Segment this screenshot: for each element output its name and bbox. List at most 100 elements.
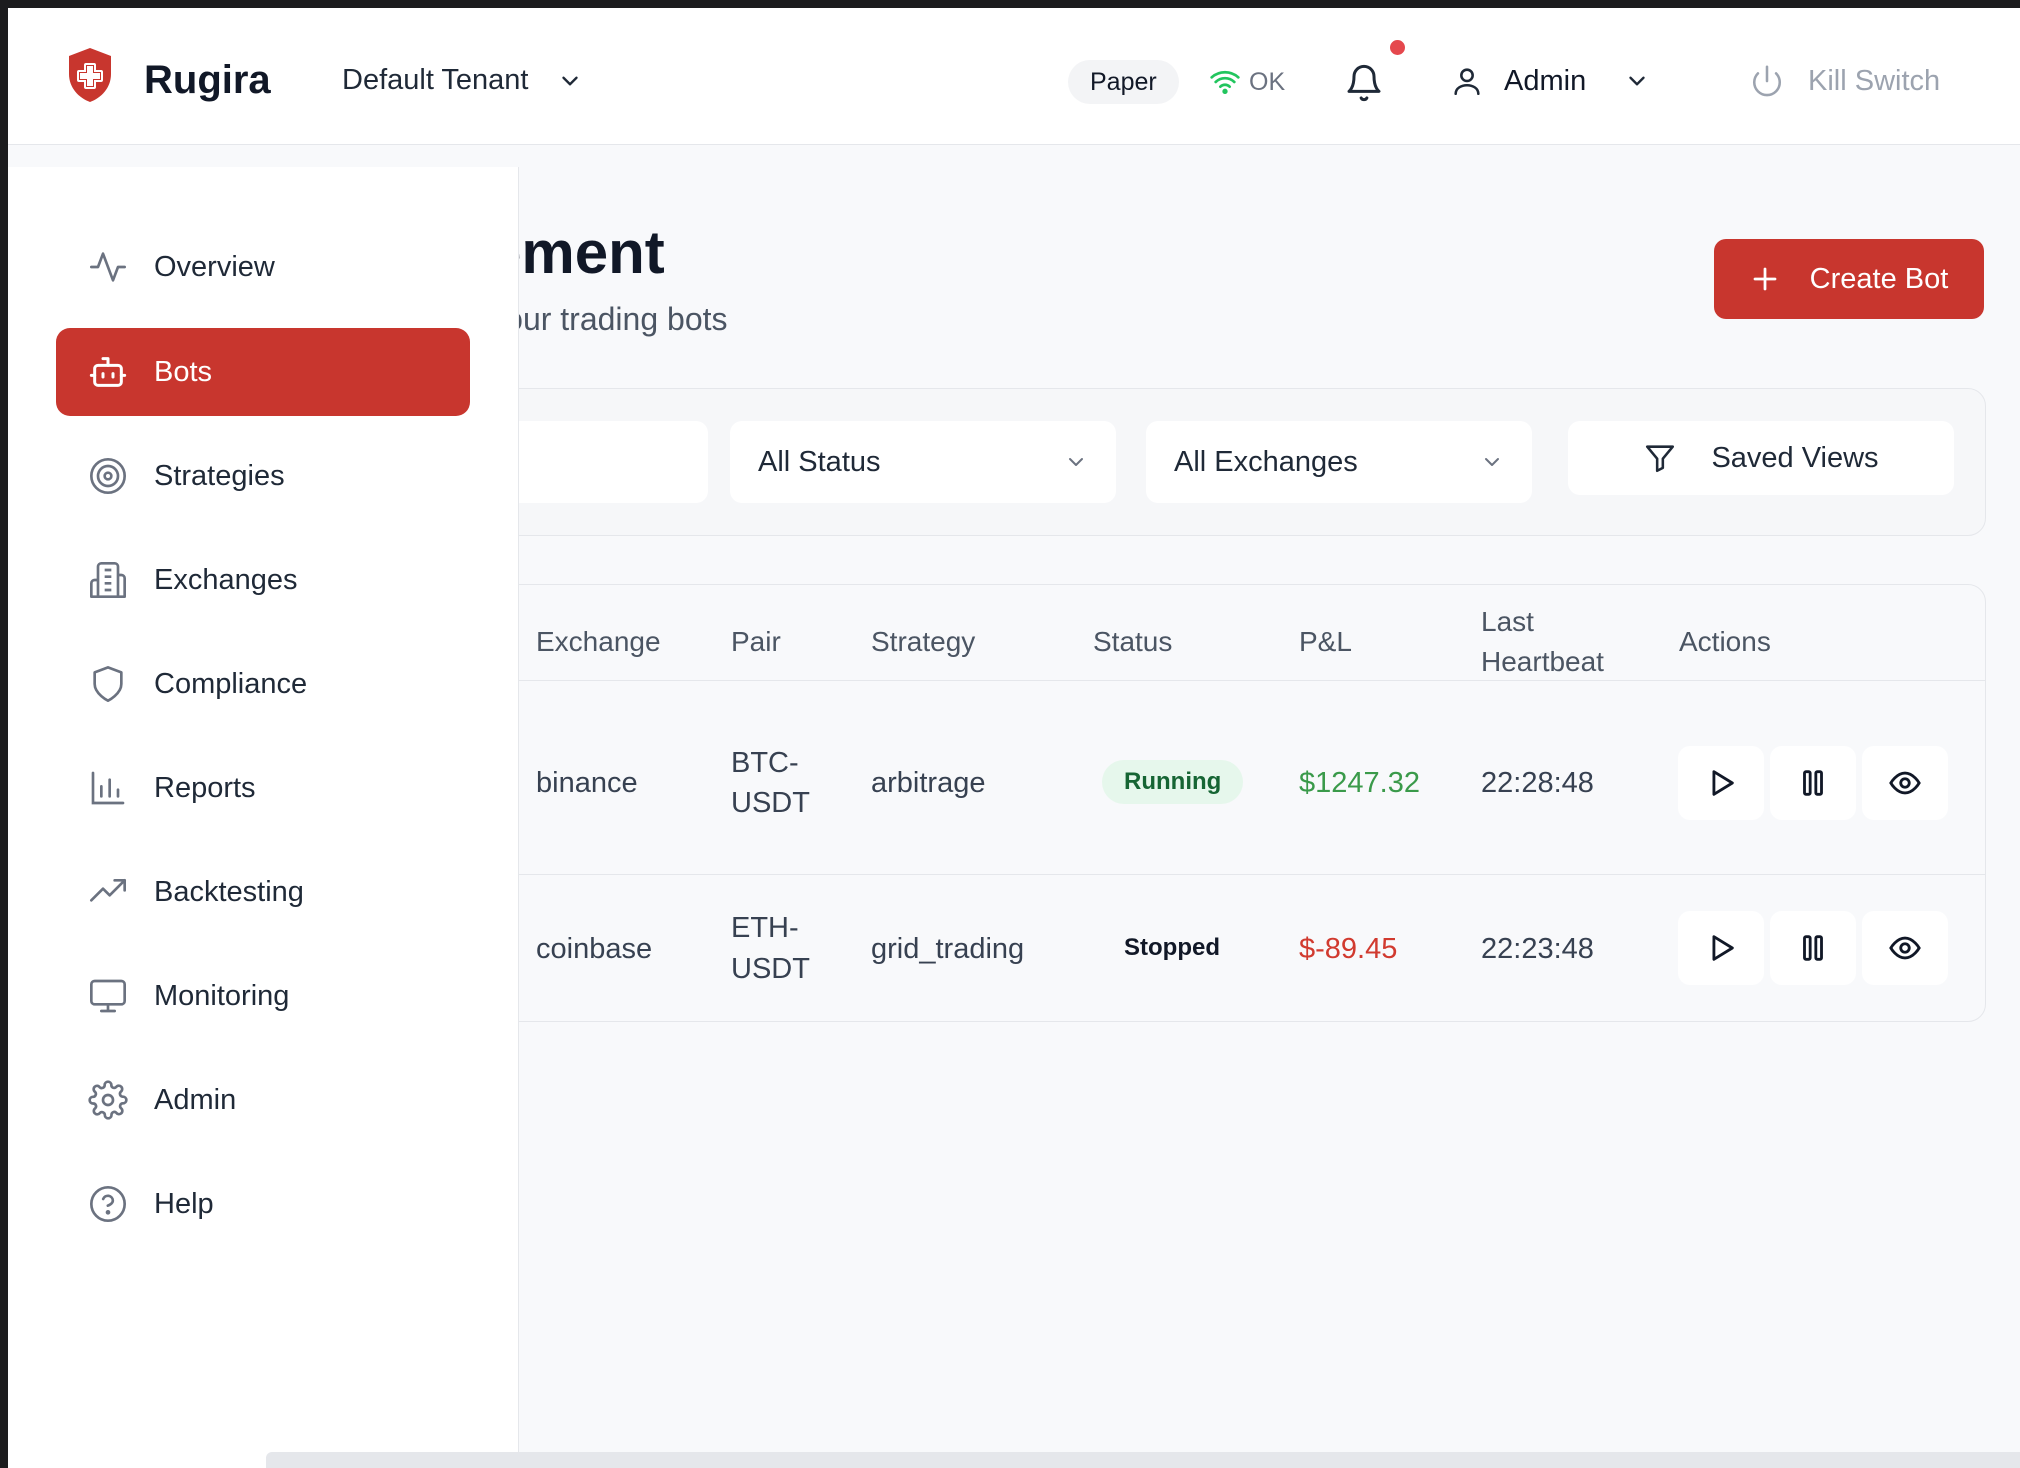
brand-name: Rugira	[144, 58, 271, 102]
sidebar-item-label: Strategies	[154, 459, 285, 492]
sidebar-nav: Overview Bots Strategies Exchanges Compl…	[8, 167, 519, 1468]
user-name: Admin	[1504, 64, 1587, 97]
tenant-selector[interactable]: Default Tenant	[342, 64, 583, 97]
building-icon	[90, 562, 126, 598]
chevron-down-icon	[1485, 458, 1499, 466]
sidebar-item-label: Reports	[154, 771, 256, 804]
connection-status: OK	[1209, 66, 1285, 98]
sidebar-item-label: Backtesting	[154, 875, 304, 908]
saved-views-button[interactable]: Saved Views	[1568, 421, 1954, 495]
plus-icon	[1753, 267, 1777, 291]
exchange-filter-select[interactable]: All Exchanges	[1146, 421, 1532, 503]
cell-pair-line1: ETH-	[731, 912, 799, 944]
logo-shield-icon	[69, 48, 111, 102]
app-frame: Rugira Default Tenant Paper OK Admin Kil…	[8, 8, 2020, 1468]
create-bot-label: Create Bot	[1809, 262, 1949, 295]
wifi-icon	[1210, 70, 1240, 94]
gear-icon	[88, 1080, 128, 1120]
filter-funnel-icon	[1646, 445, 1675, 473]
bar-chart-icon	[91, 771, 125, 805]
cell-heartbeat: 22:28:48	[1481, 767, 1594, 799]
sidebar-item-label: Exchanges	[154, 563, 298, 596]
cell-exchange: coinbase	[536, 933, 653, 965]
sidebar-item-label: Bots	[154, 355, 213, 388]
play-icon	[1712, 935, 1734, 961]
help-circle-icon	[90, 1186, 126, 1222]
user-menu[interactable]: Admin	[1450, 64, 1650, 98]
kill-switch-button[interactable]: Kill Switch	[1750, 64, 1940, 98]
cell-pair-line2: USDT	[731, 953, 810, 985]
tenant-label: Default Tenant	[342, 64, 529, 96]
sidebar-item-admin[interactable]: Admin	[56, 1056, 470, 1144]
eye-icon	[1889, 771, 1921, 795]
sidebar-item-compliance[interactable]: Compliance	[56, 640, 470, 728]
sidebar-item-exchanges[interactable]: Exchanges	[56, 536, 470, 624]
chevron-down-icon	[1069, 458, 1083, 466]
sidebar-item-label: Help	[154, 1187, 214, 1220]
create-bot-button[interactable]: Create Bot	[1714, 239, 1984, 319]
column-header-exchange[interactable]: Exchange	[536, 622, 661, 662]
power-icon	[1753, 65, 1781, 97]
pause-icon	[1803, 935, 1823, 961]
column-header-pnl[interactable]: P&L	[1299, 622, 1352, 662]
pause-bot-button[interactable]	[1770, 911, 1856, 985]
kill-switch-label: Kill Switch	[1808, 64, 1941, 97]
trading-mode-badge: Paper	[1068, 60, 1179, 104]
start-bot-button[interactable]	[1678, 746, 1764, 820]
start-bot-button[interactable]	[1678, 911, 1764, 985]
cell-strategy: arbitrage	[871, 767, 986, 799]
sidebar-item-bots[interactable]: Bots	[56, 328, 470, 416]
top-header: Rugira Default Tenant Paper OK Admin Kil…	[8, 8, 2020, 145]
notifications-bell-icon[interactable]	[1344, 63, 1384, 103]
status-filter-select[interactable]: All Status	[730, 421, 1116, 503]
status-filter-value: All Status	[758, 445, 881, 478]
chevron-down-icon	[561, 76, 578, 85]
saved-views-label: Saved Views	[1711, 441, 1879, 474]
table-divider	[408, 874, 1986, 875]
activity-icon	[90, 252, 126, 282]
cell-pnl: $-89.45	[1299, 933, 1398, 965]
sidebar-item-label: Compliance	[154, 667, 308, 700]
target-icon	[90, 458, 126, 494]
sidebar-item-help[interactable]: Help	[56, 1160, 470, 1248]
cell-exchange: binance	[536, 767, 638, 799]
user-icon	[1454, 68, 1480, 96]
exchange-filter-value: All Exchanges	[1174, 445, 1358, 478]
sidebar-item-label: Monitoring	[154, 979, 290, 1012]
horizontal-scrollbar[interactable]	[266, 1452, 2020, 1468]
sidebar-item-backtesting[interactable]: Backtesting	[56, 848, 470, 936]
cell-pair-line2: USDT	[731, 787, 810, 819]
pause-bot-button[interactable]	[1770, 746, 1856, 820]
status-badge: Running	[1102, 760, 1244, 804]
sidebar-item-strategies[interactable]: Strategies	[56, 432, 470, 520]
status-badge: Stopped	[1124, 934, 1220, 961]
window-top-edge	[0, 0, 2020, 8]
cell-pair-line1: BTC-	[731, 747, 799, 779]
column-header-strategy[interactable]: Strategy	[871, 622, 975, 662]
column-header-status[interactable]: Status	[1093, 622, 1172, 662]
sidebar-item-overview[interactable]: Overview	[56, 223, 470, 311]
trending-up-icon	[90, 879, 126, 902]
cell-strategy: grid_trading	[871, 933, 1025, 965]
column-header-pair[interactable]: Pair	[731, 622, 781, 662]
pause-icon	[1803, 770, 1823, 796]
cell-pnl: $1247.32	[1299, 767, 1420, 799]
table-divider	[408, 680, 1986, 681]
view-bot-button[interactable]	[1862, 746, 1948, 820]
sidebar-item-label: Admin	[154, 1083, 237, 1116]
notification-dot	[1390, 40, 1405, 55]
monitor-icon	[90, 979, 126, 1013]
column-header-last-heartbeat[interactable]: Last Heartbeat	[1481, 602, 1621, 682]
column-header-actions: Actions	[1679, 626, 1771, 657]
bot-icon	[89, 357, 127, 387]
cell-heartbeat: 22:23:48	[1481, 933, 1594, 965]
sidebar-item-monitoring[interactable]: Monitoring	[56, 952, 470, 1040]
connection-status-text: OK	[1249, 67, 1286, 96]
play-icon	[1712, 770, 1734, 796]
eye-icon	[1889, 936, 1921, 960]
view-bot-button[interactable]	[1862, 911, 1948, 985]
sidebar-item-label: Overview	[154, 250, 275, 283]
chevron-down-icon	[1629, 76, 1645, 86]
sidebar-item-reports[interactable]: Reports	[56, 744, 470, 832]
shield-icon	[93, 666, 123, 702]
